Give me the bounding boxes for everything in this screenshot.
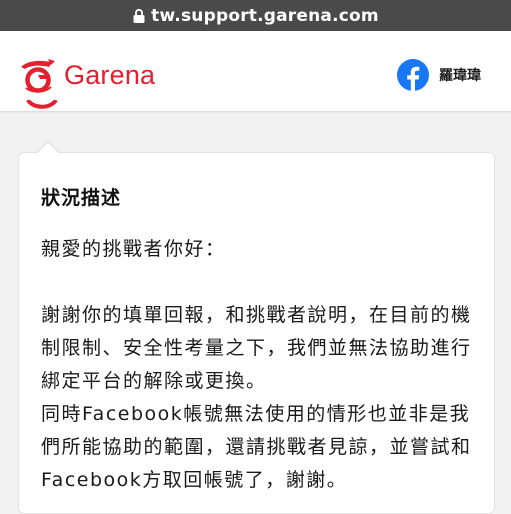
card-body: 親愛的挑戰者你好： 謝謝你的填單回報，和挑戰者說明，在目前的機制限制、安全性考量… — [41, 233, 481, 497]
card-notch-fill — [37, 142, 59, 154]
url-text: tw.support.garena.com — [151, 5, 379, 26]
avatar-peek-icon — [26, 100, 58, 109]
greeting-text: 親愛的挑戰者你好： — [41, 238, 226, 260]
brand-name: Garena — [64, 59, 156, 90]
paragraph-1: 謝謝你的填單回報，和挑戰者說明，在目前的機制限制、安全性考量之下，我們並無法協助… — [41, 304, 472, 392]
avatar-peek — [24, 100, 60, 116]
card-title: 狀況描述 — [41, 187, 122, 209]
facebook-icon — [397, 59, 429, 91]
user-name: 羅瑋瑋 — [439, 68, 481, 84]
address-bar[interactable]: tw.support.garena.com — [0, 0, 511, 31]
lock-icon — [133, 8, 145, 23]
paragraph-2: 同時Facebook帳號無法使用的情形也並非是我們所能協助的範圍，還請挑戰者見諒… — [41, 403, 472, 491]
garena-logo-icon — [21, 59, 55, 93]
user-account[interactable]: 羅瑋瑋 — [397, 59, 481, 91]
site-header: Garena 羅瑋瑋 — [0, 31, 511, 111]
garena-logo[interactable]: Garena — [18, 55, 155, 95]
description-card: 狀況描述 親愛的挑戰者你好： 謝謝你的填單回報，和挑戰者說明，在目前的機制限制、… — [18, 152, 495, 514]
